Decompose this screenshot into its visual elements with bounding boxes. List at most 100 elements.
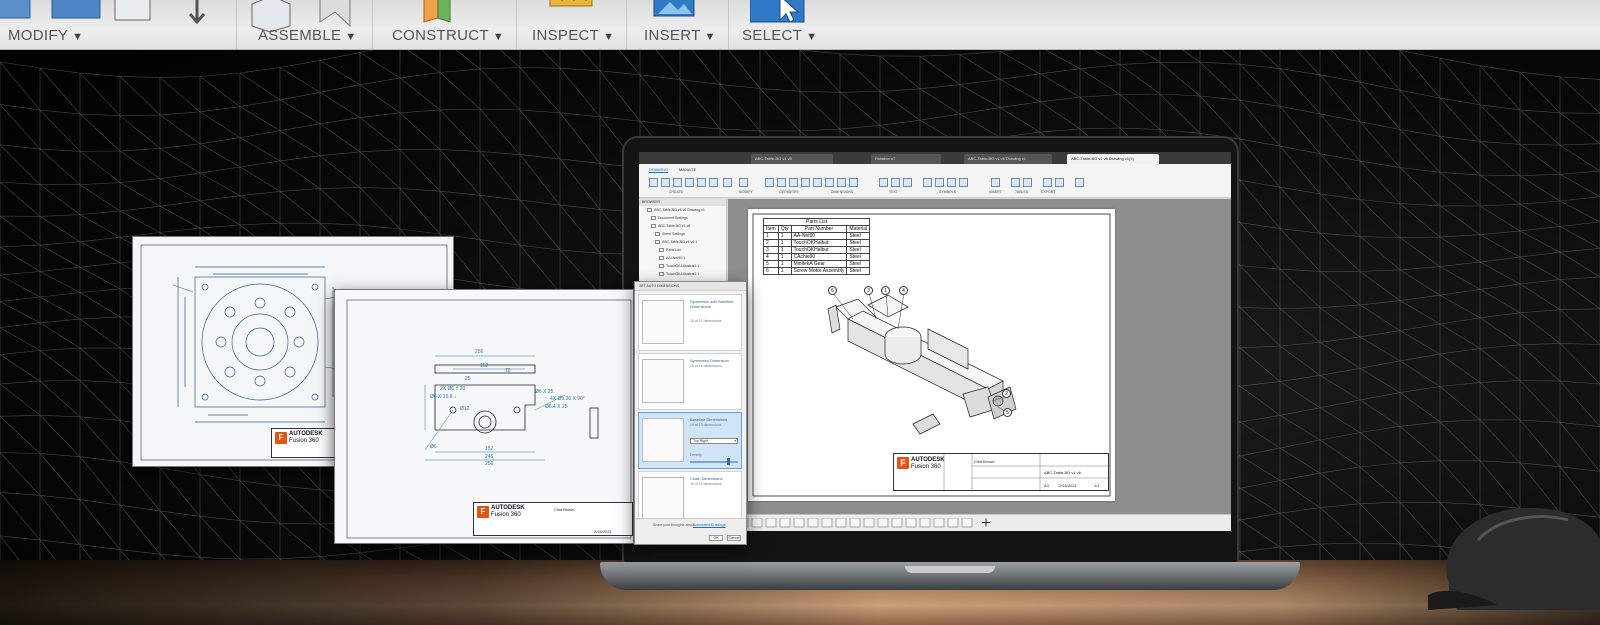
sheet-navigation-bar	[728, 514, 1231, 531]
dropdown-caret-icon: ▼	[492, 31, 505, 43]
tool-button[interactable]	[813, 178, 822, 187]
tool-button[interactable]	[891, 178, 900, 187]
callout-balloon[interactable]: 6	[828, 286, 837, 295]
tool-button[interactable]	[879, 178, 888, 187]
ribbon-group-construct[interactable]: CONSTRUCT ▼	[392, 0, 512, 49]
tool-button[interactable]	[697, 178, 706, 187]
callout-balloon[interactable]: 2	[1002, 389, 1011, 398]
callout-balloon[interactable]: 5	[1003, 408, 1012, 417]
ribbon-group-modify[interactable]: MODIFY ▼	[8, 0, 228, 49]
tool-button[interactable]	[923, 178, 932, 187]
callout-balloon[interactable]: 4	[899, 286, 908, 295]
toolgroup-geometry[interactable]: GEOMETRY	[779, 190, 799, 194]
browser-item[interactable]: TouchOKJ-illustrat1:1	[639, 262, 726, 270]
computer-mouse	[1428, 507, 1600, 610]
tool-button[interactable]	[739, 178, 748, 187]
dimension-label: Ø6.4 X 25	[545, 404, 568, 410]
tree-node-icon	[647, 208, 652, 213]
callout-balloon[interactable]: 1	[881, 286, 890, 295]
document-tab[interactable]: Rotation v7	[871, 154, 941, 164]
callout-balloon[interactable]: 3	[864, 286, 873, 295]
laptop-notch	[905, 566, 995, 573]
tool-button[interactable]	[1023, 178, 1032, 187]
tool-button[interactable]	[709, 178, 718, 187]
toolgroup-create[interactable]: CREATE	[669, 190, 683, 194]
document-tab[interactable]: ABC-Table-BG v1 v5	[751, 154, 833, 164]
drawing-sheet: Parts List Item Qty Part Number Material…	[748, 209, 1115, 501]
browser-item[interactable]: TouchOKJ-illustrat1:1	[639, 270, 726, 278]
tool-button[interactable]	[673, 178, 682, 187]
dimension-label: Ø12	[460, 406, 470, 412]
option-label: Chain Dimensions	[690, 476, 723, 481]
ribbon-separator	[516, 0, 517, 49]
option-count: 19 of 19 dimensions	[690, 482, 722, 486]
tree-node-icon	[651, 216, 656, 221]
tool-button[interactable]	[649, 178, 658, 187]
option-thumbnail	[642, 477, 684, 521]
tool-button[interactable]	[935, 178, 944, 187]
toolgroup-modify[interactable]: MODIFY	[739, 190, 753, 194]
tool-button[interactable]	[661, 178, 670, 187]
tab-manage[interactable]: MANAGE	[679, 167, 696, 172]
dropdown-caret-icon: ▼	[806, 31, 818, 43]
tool-button[interactable]	[777, 178, 786, 187]
option-symmetric-baseline[interactable]: Symmetric with Baseline Dimensions 15 of…	[638, 294, 742, 351]
tool-button[interactable]	[837, 178, 846, 187]
dimension-label: 70	[505, 368, 511, 374]
tool-button[interactable]	[849, 178, 858, 187]
tool-button[interactable]	[991, 178, 1000, 187]
document-tab-bar: ABC-Table-BG v1 v5 Rotation v7 ABC-Table…	[639, 152, 1231, 164]
toolgroup-export[interactable]: EXPORT	[1041, 190, 1055, 194]
document-tab-active[interactable]: ABC-Table-BG v1 v6 Drawing v1(1)	[1067, 154, 1159, 164]
density-slider[interactable]	[690, 461, 738, 463]
tool-button[interactable]	[959, 178, 968, 187]
title-block-author: Clint Brown	[554, 507, 575, 512]
ribbon-group-insert[interactable]: INSERT ▼	[644, 0, 724, 49]
toolgroup-tables[interactable]: TABLES	[1015, 190, 1028, 194]
placement-select[interactable]: Top Right ▾	[690, 438, 738, 444]
tab-drawing[interactable]: DRAWING	[649, 167, 669, 173]
tool-button[interactable]	[947, 178, 956, 187]
tree-node-icon	[659, 256, 664, 261]
dimension-label: 152	[485, 446, 494, 452]
toolgroup-insert[interactable]: INSERT	[989, 190, 1002, 194]
ribbon-group-inspect[interactable]: INSPECT ▼	[532, 0, 622, 49]
ribbon-group-assemble[interactable]: ASSEMBLE ▼	[258, 0, 368, 49]
browser-item[interactable]: ABC-Table-BG v1 v6	[639, 222, 726, 230]
toolgroup-symbols[interactable]: SYMBOLS	[939, 190, 956, 194]
browser-item[interactable]: Parts List	[639, 246, 726, 254]
toolgroup-dimensions[interactable]: DIMENSIONS	[831, 190, 853, 194]
tool-button[interactable]	[723, 178, 732, 187]
sheet-thumbnails[interactable]	[738, 518, 998, 530]
toolgroup-text[interactable]: TEXT	[889, 190, 898, 194]
cancel-button[interactable]: Cancel	[727, 535, 741, 541]
tool-button[interactable]	[903, 178, 912, 187]
document-tab[interactable]: ABC-Table-BG v1 v6 Drawing v1	[964, 154, 1052, 164]
tool-button[interactable]	[1075, 178, 1084, 187]
tool-button[interactable]	[825, 178, 834, 187]
tool-button[interactable]	[1011, 178, 1020, 187]
option-symmetric[interactable]: Symmetric Dimension 16 of 16 dimensions	[638, 353, 742, 410]
browser-item[interactable]: ABC-Table-BG v1 v6 Drawing v1	[639, 206, 726, 214]
browser-header: BROWSER	[639, 199, 726, 206]
tool-button[interactable]	[685, 178, 694, 187]
browser-item[interactable]: ABC-Table-BG v1 v6:1	[639, 238, 726, 246]
tool-button[interactable]	[1055, 178, 1064, 187]
ribbon-assemble-label: ASSEMBLE	[258, 27, 342, 44]
density-slider-handle[interactable]	[727, 458, 730, 465]
tool-button[interactable]	[1043, 178, 1052, 187]
browser-item[interactable]: AAI-Net90:1	[639, 254, 726, 262]
fusion-product-name: Fusion 360	[491, 512, 521, 518]
ribbon-group-select[interactable]: SELECT ▼	[742, 0, 822, 49]
tool-button[interactable]	[801, 178, 810, 187]
tool-button[interactable]	[765, 178, 774, 187]
auto-dimensions-panel: SET AUTO DIMENSIONS Symmetric with Basel…	[634, 281, 747, 545]
tool-button[interactable]	[789, 178, 798, 187]
browser-item[interactable]: Document Settings	[639, 214, 726, 222]
drawing-canvas[interactable]: Parts List Item Qty Part Number Material…	[728, 199, 1231, 514]
feedback-link[interactable]: Automated Drawings	[693, 523, 726, 527]
option-label: Symmetric with Baseline Dimensions	[690, 299, 734, 309]
option-baseline-selected[interactable]: Baseline Dimensions 19 of 19 dimensions …	[638, 412, 742, 469]
browser-item[interactable]: Sheet Settings	[639, 230, 726, 238]
ok-button[interactable]: OK	[709, 535, 723, 541]
